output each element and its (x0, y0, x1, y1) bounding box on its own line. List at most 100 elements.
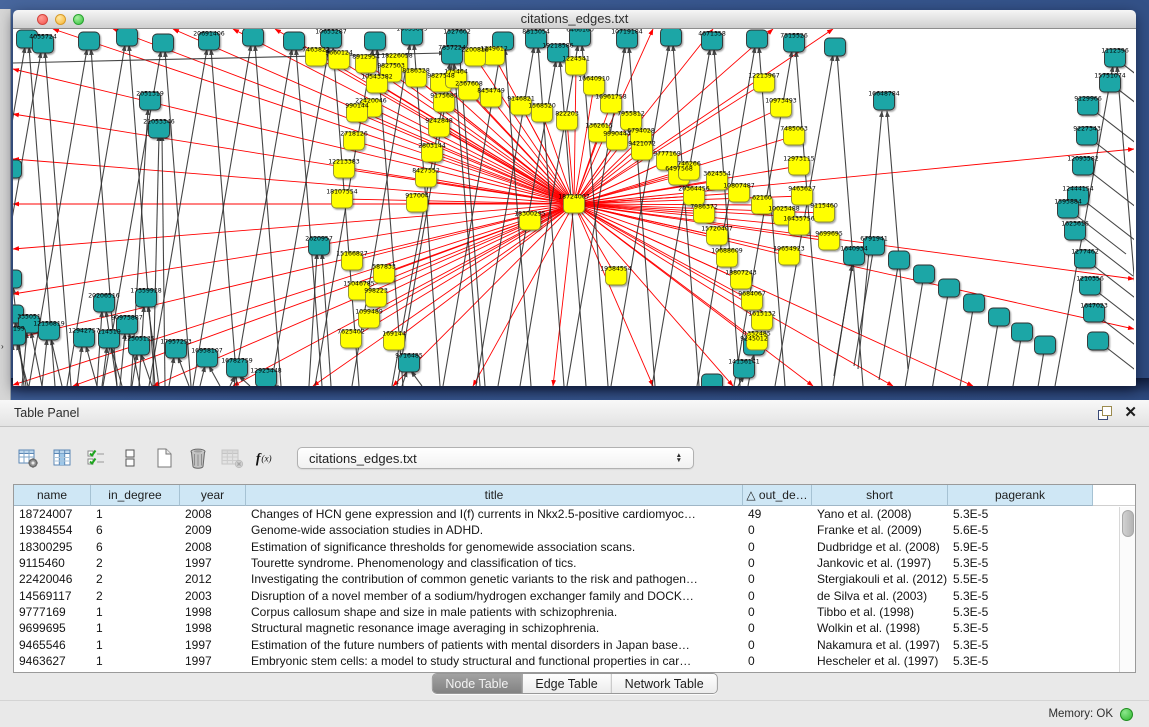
citation-edge[interactable] (13, 159, 574, 204)
column-header-out_de[interactable]: △ out_de… (743, 485, 812, 506)
paper-node[interactable] (153, 34, 174, 52)
citation-edge[interactable] (553, 204, 574, 386)
paper-node[interactable] (79, 32, 100, 50)
table-mode-button[interactable] (16, 446, 40, 470)
table-panel-header[interactable]: Table Panel ✕ (0, 400, 1149, 427)
table-row[interactable]: 911546021997Tourette syndrome. Phenomeno… (14, 555, 1135, 571)
close-button[interactable] (37, 14, 48, 25)
paper-node[interactable] (825, 38, 846, 56)
cell-title[interactable]: Tourette syndrome. Phenomenology and cla… (246, 556, 743, 570)
column-header-title[interactable]: title (246, 485, 743, 506)
paper-node[interactable] (13, 270, 22, 288)
column-header-short[interactable]: short (812, 485, 948, 506)
cell-name[interactable]: 9777169 (14, 605, 91, 619)
citation-edge[interactable] (979, 317, 999, 386)
table-row[interactable]: 977716911998Corpus callosum shape and si… (14, 604, 1135, 620)
citation-edge[interactable] (13, 204, 574, 339)
citation-edge[interactable] (444, 103, 574, 204)
citation-edge[interactable] (162, 135, 165, 386)
column-header-name[interactable]: name (14, 485, 91, 506)
cell-out_de[interactable]: 0 (743, 621, 812, 635)
cell-in_degree[interactable]: 1 (91, 605, 180, 619)
cell-pagerank[interactable]: 5.3E-5 (948, 605, 1093, 619)
cell-pagerank[interactable]: 5.9E-5 (948, 540, 1093, 554)
cell-pagerank[interactable]: 5.3E-5 (948, 507, 1093, 521)
citation-edge[interactable] (169, 357, 174, 386)
cell-title[interactable]: Genome-wide association studies in ADHD. (246, 523, 743, 537)
citation-edge[interactable] (209, 366, 220, 386)
table-row[interactable]: 1456911722003Disruption of a novel membe… (14, 587, 1135, 603)
table-vertical-scrollbar[interactable] (1119, 507, 1135, 672)
cell-pagerank[interactable]: 5.6E-5 (948, 523, 1093, 537)
cell-name[interactable]: 9463627 (14, 654, 91, 668)
paper-node[interactable] (365, 32, 386, 50)
cell-name[interactable]: 22420046 (14, 572, 91, 586)
paper-node[interactable] (1012, 323, 1033, 341)
paper-node[interactable] (1088, 332, 1109, 350)
network-canvas[interactable]: 4055724206914061065328716033809152760278… (13, 29, 1136, 386)
cell-short[interactable]: Franke et al. (2009) (812, 523, 948, 537)
cell-out_de[interactable]: 0 (743, 556, 812, 570)
table-row[interactable]: 1938455462009Genome-wide association stu… (14, 522, 1135, 538)
cell-out_de[interactable]: 0 (743, 589, 812, 603)
create-column-button[interactable] (152, 446, 176, 470)
citation-edge[interactable] (200, 366, 205, 386)
cell-in_degree[interactable]: 6 (91, 523, 180, 537)
table-row[interactable]: 946362711997Embryonic stem cells: a mode… (14, 653, 1135, 669)
paper-node[interactable] (661, 29, 682, 46)
cell-year[interactable]: 2008 (180, 507, 246, 521)
cell-short[interactable]: Nakamura et al. (1997) (812, 638, 948, 652)
table-row[interactable]: 2242004622012Investigating the contribut… (14, 571, 1135, 587)
citation-edge[interactable] (211, 49, 237, 386)
citation-edge[interactable] (574, 86, 594, 204)
cell-name[interactable]: 19384554 (14, 523, 91, 537)
citation-edge[interactable] (141, 354, 152, 386)
row-height-button[interactable] (118, 446, 142, 470)
cell-out_de[interactable]: 0 (743, 523, 812, 537)
cell-title[interactable]: Estimation of the future numbers of pati… (246, 638, 743, 652)
cell-year[interactable]: 2008 (180, 540, 246, 554)
tab-edge-table[interactable]: Edge Table (522, 674, 611, 693)
cell-year[interactable]: 2009 (180, 523, 246, 537)
citation-edge[interactable] (574, 66, 576, 204)
scrollbar-thumb[interactable] (1122, 510, 1134, 537)
cell-name[interactable]: 9699695 (14, 621, 91, 635)
cell-in_degree[interactable]: 2 (91, 572, 180, 586)
column-header-year[interactable]: year (180, 485, 246, 506)
cell-short[interactable]: de Silva et al. (2003) (812, 589, 948, 603)
citation-edge[interactable] (929, 288, 949, 386)
citation-edge[interactable] (954, 303, 974, 386)
cell-title[interactable]: Structural magnetic resonance image aver… (246, 621, 743, 635)
memory-status-indicator[interactable] (1120, 708, 1133, 721)
cell-title[interactable]: Investigating the contribution of common… (246, 572, 743, 586)
citation-network-graph[interactable]: 4055724206914061065328716033809152760278… (13, 29, 1134, 386)
cell-pagerank[interactable]: 5.5E-5 (948, 572, 1093, 586)
cell-year[interactable]: 1997 (180, 638, 246, 652)
table-selector-dropdown[interactable]: citations_edges.txt ▲▼ (297, 447, 694, 469)
table-row[interactable]: 1830029562008Estimation of significance … (14, 539, 1135, 555)
cell-title[interactable]: Changes of HCN gene expression and I(f) … (246, 507, 743, 521)
cell-title[interactable]: Estimation of significance thresholds fo… (246, 540, 743, 554)
cell-year[interactable]: 1997 (180, 556, 246, 570)
paper-node[interactable] (939, 279, 960, 297)
cell-pagerank[interactable]: 5.3E-5 (948, 621, 1093, 635)
cell-year[interactable]: 1998 (180, 605, 246, 619)
citation-edge[interactable] (904, 274, 924, 386)
paper-node[interactable] (13, 160, 22, 178)
column-header-pagerank[interactable]: pagerank (948, 485, 1093, 506)
table-row[interactable]: 969969511998Structural magnetic resonanc… (14, 620, 1135, 636)
zoom-button[interactable] (73, 14, 84, 25)
cell-title[interactable]: Embryonic stem cells: a model to study s… (246, 654, 743, 668)
citation-edge[interactable] (833, 265, 852, 386)
float-panel-icon[interactable] (1098, 406, 1112, 420)
citation-edge[interactable] (574, 204, 653, 386)
cell-short[interactable]: Stergiakouli et al. (2012) (812, 572, 948, 586)
citation-edge[interactable] (86, 346, 97, 386)
cell-title[interactable]: Disruption of a novel member of a sodium… (246, 589, 743, 603)
cell-in_degree[interactable]: 1 (91, 638, 180, 652)
show-columns-button[interactable] (50, 446, 74, 470)
tab-network-table[interactable]: Network Table (612, 674, 717, 693)
cell-pagerank[interactable]: 5.3E-5 (948, 654, 1093, 668)
cell-name[interactable]: 9465546 (14, 638, 91, 652)
citation-edge[interactable] (629, 47, 655, 386)
